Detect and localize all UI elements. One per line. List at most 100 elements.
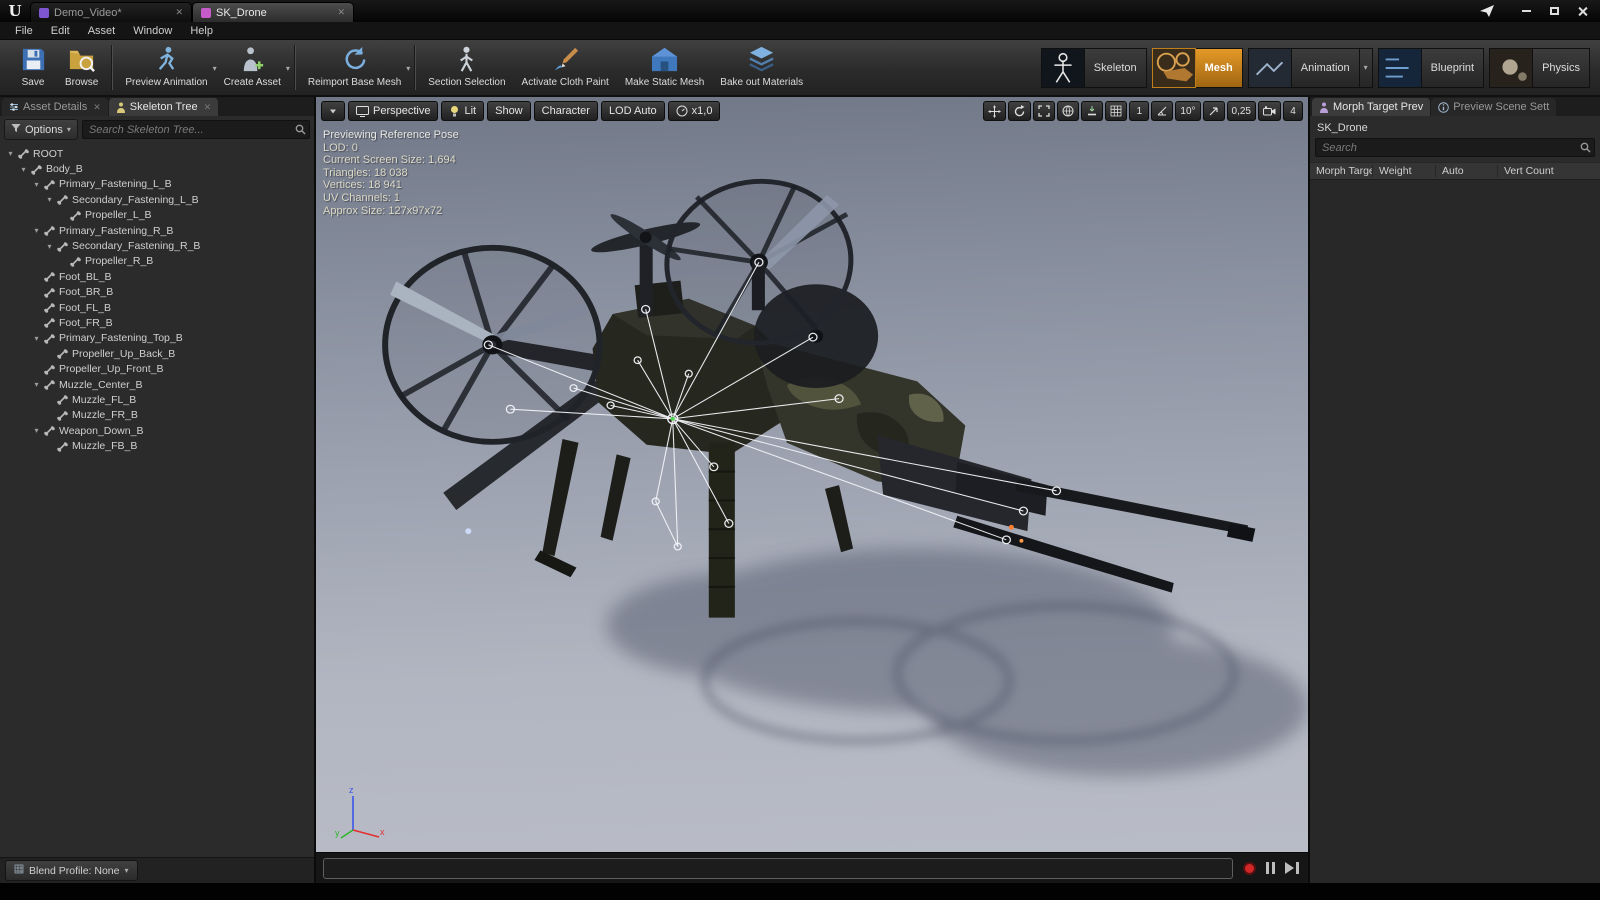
expand-arrow-icon[interactable]: ▾ <box>31 226 42 235</box>
bone-row-body-b[interactable]: ▾ Body_B <box>0 161 314 176</box>
maximize-button[interactable] <box>1542 3 1566 19</box>
surface-snap-toggle[interactable] <box>1081 101 1104 121</box>
menu-edit[interactable]: Edit <box>42 23 79 39</box>
chevron-down-icon[interactable]: ▾ <box>286 64 290 73</box>
bone-row-primary-fastening-top-b[interactable]: ▾ Primary_Fastening_Top_B <box>0 331 314 346</box>
chevron-down-icon[interactable]: ▾ <box>1359 47 1373 88</box>
record-button[interactable] <box>1243 861 1256 875</box>
expand-arrow-icon[interactable]: ▾ <box>44 195 55 204</box>
column-vert-count[interactable]: Vert Count <box>1498 165 1600 177</box>
character-menu-button[interactable]: Character <box>533 101 598 121</box>
mode-animation-button[interactable]: Animation ▾ <box>1247 47 1373 88</box>
rotate-tool-button[interactable] <box>1008 101 1032 121</box>
menu-file[interactable]: File <box>6 23 42 39</box>
scale-snap-value[interactable]: 0,25 <box>1226 101 1256 121</box>
close-tab-icon[interactable]: ✕ <box>204 102 212 113</box>
expand-arrow-icon[interactable]: ▾ <box>31 334 42 343</box>
menu-window[interactable]: Window <box>124 23 181 39</box>
tab-skeleton-tree[interactable]: Skeleton Tree ✕ <box>108 98 219 116</box>
grid-snap-toggle[interactable] <box>1105 101 1128 121</box>
bone-row-secondary-fastening-r-b[interactable]: ▾ Secondary_Fastening_R_B <box>0 238 314 253</box>
rotation-snap-value[interactable]: 10° <box>1175 101 1201 121</box>
expand-arrow-icon[interactable]: ▾ <box>44 242 55 251</box>
reimport-base-mesh-button[interactable]: Reimport Base Mesh ▾ <box>300 40 410 95</box>
bone-row-weapon-down-b[interactable]: ▾ Weapon_Down_B <box>0 423 314 438</box>
close-tab-icon[interactable]: ✕ <box>337 7 345 18</box>
bake-out-materials-button[interactable]: Bake out Materials <box>712 40 811 95</box>
lod-menu-button[interactable]: LOD Auto <box>600 101 665 121</box>
step-forward-button[interactable] <box>1285 862 1299 874</box>
bone-row-propeller-l-b[interactable]: Propeller_L_B <box>0 208 314 223</box>
bone-row-foot-fl-b[interactable]: Foot_FL_B <box>0 300 314 315</box>
tab-preview-scene-sett[interactable]: Preview Scene Sett <box>1431 98 1557 116</box>
pause-button[interactable] <box>1266 862 1275 874</box>
camera-speed-value[interactable]: 4 <box>1283 101 1303 121</box>
minimize-button[interactable] <box>1514 3 1538 19</box>
tab-morph-target-prev[interactable]: Morph Target Prev <box>1312 98 1431 116</box>
search-input[interactable] <box>81 120 310 139</box>
column-auto[interactable]: Auto <box>1436 165 1498 177</box>
morph-target-list[interactable] <box>1310 180 1600 883</box>
chevron-down-icon[interactable]: ▾ <box>406 64 410 73</box>
search-input[interactable] <box>1315 138 1595 157</box>
close-window-button[interactable] <box>1570 3 1594 19</box>
grid-snap-value[interactable]: 1 <box>1129 101 1150 121</box>
expand-arrow-icon[interactable]: ▾ <box>31 380 42 389</box>
bone-row-foot-fr-b[interactable]: Foot_FR_B <box>0 315 314 330</box>
options-button[interactable]: Options ▾ <box>4 119 78 140</box>
viewport-options-menu[interactable] <box>321 101 345 121</box>
document-tab-sk-drone[interactable]: SK_Drone ✕ <box>192 2 354 22</box>
bone-row-muzzle-fb-b[interactable]: Muzzle_FB_B <box>0 438 314 453</box>
maximize-viewport-button[interactable] <box>1033 101 1056 121</box>
mode-physics-button[interactable]: Physics <box>1489 47 1590 88</box>
bone-row-secondary-fastening-l-b[interactable]: ▾ Secondary_Fastening_L_B <box>0 192 314 207</box>
expand-arrow-icon[interactable]: ▾ <box>5 149 16 158</box>
bone-row-muzzle-center-b[interactable]: ▾ Muzzle_Center_B <box>0 377 314 392</box>
mode-mesh-button[interactable]: Mesh <box>1151 47 1243 88</box>
preview-animation-button[interactable]: Preview Animation ▾ <box>117 40 217 95</box>
section-selection-button[interactable]: Section Selection <box>420 40 513 95</box>
send-feedback-icon[interactable] <box>1480 5 1494 17</box>
save-button[interactable]: Save <box>9 40 57 95</box>
menu-asset[interactable]: Asset <box>79 23 125 39</box>
lit-mode-button[interactable]: Lit <box>441 101 485 121</box>
show-menu-button[interactable]: Show <box>487 101 531 121</box>
menu-help[interactable]: Help <box>181 23 222 39</box>
column-morph-target[interactable]: Morph Targe <box>1310 165 1373 177</box>
expand-arrow-icon[interactable]: ▾ <box>18 165 29 174</box>
bone-row-propeller-up-back-b[interactable]: Propeller_Up_Back_B <box>0 346 314 361</box>
bone-row-primary-fastening-r-b[interactable]: ▾ Primary_Fastening_R_B <box>0 223 314 238</box>
bone-row-root[interactable]: ▾ ROOT <box>0 146 314 161</box>
blend-profile-button[interactable]: Blend Profile: None ▾ <box>5 860 138 881</box>
mode-skeleton-button[interactable]: Skeleton <box>1040 47 1147 88</box>
playback-speed-button[interactable]: x1,0 <box>667 101 721 121</box>
bone-row-primary-fastening-l-b[interactable]: ▾ Primary_Fastening_L_B <box>0 177 314 192</box>
close-tab-icon[interactable]: ✕ <box>175 7 183 18</box>
activate-cloth-paint-button[interactable]: Activate Cloth Paint <box>514 40 617 95</box>
make-static-mesh-button[interactable]: Make Static Mesh <box>617 40 712 95</box>
tab-asset-details[interactable]: Asset Details ✕ <box>2 98 108 116</box>
bone-row-muzzle-fl-b[interactable]: Muzzle_FL_B <box>0 392 314 407</box>
camera-speed-button[interactable] <box>1258 101 1281 121</box>
rotation-snap-toggle[interactable] <box>1151 101 1174 121</box>
scale-snap-toggle[interactable] <box>1202 101 1225 121</box>
coordinate-system-button[interactable] <box>1057 101 1080 121</box>
bone-row-foot-bl-b[interactable]: Foot_BL_B <box>0 269 314 284</box>
timeline-scrub-track[interactable] <box>323 857 1233 879</box>
document-tab-demo-video[interactable]: Demo_Video* ✕ <box>30 2 192 22</box>
browse-button[interactable]: Browse <box>57 40 106 95</box>
view-mode-button[interactable]: Perspective <box>348 101 439 121</box>
expand-arrow-icon[interactable]: ▾ <box>31 180 42 189</box>
create-asset-button[interactable]: Create Asset ▾ <box>216 40 290 95</box>
close-tab-icon[interactable]: ✕ <box>93 102 101 113</box>
bone-row-propeller-up-front-b[interactable]: Propeller_Up_Front_B <box>0 361 314 376</box>
bone-icon <box>42 425 56 437</box>
bone-row-foot-br-b[interactable]: Foot_BR_B <box>0 285 314 300</box>
column-weight[interactable]: Weight <box>1373 165 1436 177</box>
translate-tool-button[interactable] <box>983 101 1007 121</box>
mode-blueprint-button[interactable]: Blueprint <box>1377 47 1485 88</box>
expand-arrow-icon[interactable]: ▾ <box>31 426 42 435</box>
bone-row-propeller-r-b[interactable]: Propeller_R_B <box>0 254 314 269</box>
viewport-3d-view[interactable] <box>316 97 1308 852</box>
bone-row-muzzle-fr-b[interactable]: Muzzle_FR_B <box>0 408 314 423</box>
